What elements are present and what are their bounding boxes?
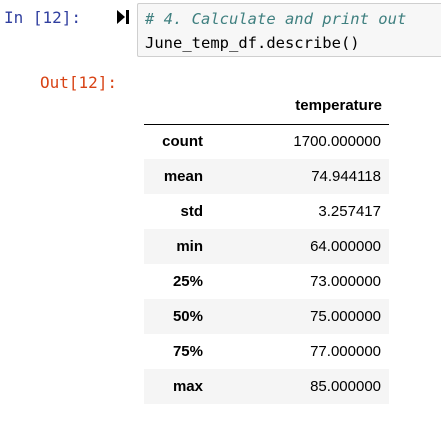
row-label: 50% <box>172 308 203 325</box>
output-prompt: Out[12]: <box>40 73 118 92</box>
table-row: min 64.000000 <box>144 229 389 264</box>
row-label: max <box>172 378 203 395</box>
table-row: max 85.000000 <box>144 369 389 404</box>
code-statement-line: June_temp_df.describe() <box>145 34 360 52</box>
column-header-temperature: temperature <box>210 88 389 125</box>
row-value: 1700.000000 <box>293 133 381 151</box>
table-row: count 1700.000000 <box>144 124 389 159</box>
code-comment-line: # 4. Calculate and print out <box>145 10 407 28</box>
describe-dataframe-table: temperature count 1700.000000 mean 74.94… <box>144 88 389 404</box>
input-prompt: In [12]: <box>4 8 82 27</box>
row-label: 75% <box>172 343 203 360</box>
row-value: 85.000000 <box>310 378 381 395</box>
table-row: 50% 75.000000 <box>144 299 389 334</box>
index-header-cell <box>144 88 210 125</box>
row-label: count <box>162 133 203 151</box>
row-label: mean <box>163 168 203 185</box>
row-value: 75.000000 <box>310 308 381 325</box>
table-row: mean 74.944118 <box>144 159 389 194</box>
row-value: 77.000000 <box>310 343 381 360</box>
table-header-row: temperature <box>144 88 389 125</box>
run-cell-icon[interactable] <box>116 9 130 25</box>
row-value: 3.257417 <box>318 203 381 220</box>
table-row: std 3.257417 <box>144 194 389 229</box>
row-label: 25% <box>172 273 203 290</box>
code-editor[interactable]: # 4. Calculate and print out June_temp_d… <box>137 3 441 57</box>
row-value: 73.000000 <box>310 273 381 290</box>
row-value: 64.000000 <box>310 238 381 255</box>
table-row: 25% 73.000000 <box>144 264 389 299</box>
row-label: std <box>180 203 204 220</box>
row-label: min <box>176 238 203 255</box>
table-row: 75% 77.000000 <box>144 334 389 369</box>
row-value: 74.944118 <box>311 168 381 185</box>
